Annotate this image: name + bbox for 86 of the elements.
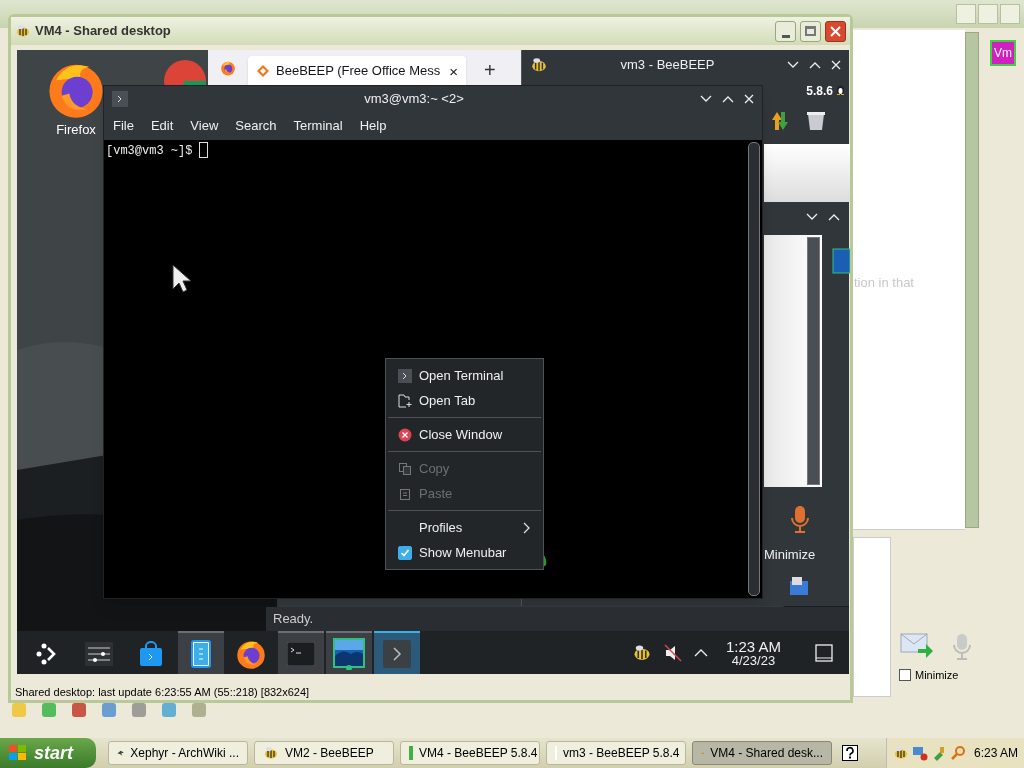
maximize-button[interactable] bbox=[800, 20, 821, 42]
network-icon[interactable] bbox=[912, 745, 928, 761]
scrollbar[interactable] bbox=[807, 237, 820, 485]
prompt-text: [vm3@vm3 ~]$ bbox=[106, 143, 193, 160]
konsole-icon bbox=[383, 639, 411, 668]
show-desktop-icon bbox=[815, 643, 833, 662]
minimize-icon[interactable] bbox=[787, 61, 799, 69]
window-title: VM4 - Shared desktop bbox=[35, 22, 172, 41]
image-icon bbox=[832, 248, 850, 274]
status-text: Ready. bbox=[273, 610, 314, 629]
close-icon bbox=[398, 427, 412, 442]
minimize-label: Minimize bbox=[764, 546, 816, 564]
maximize-icon[interactable] bbox=[809, 61, 821, 69]
desktop-icon-label[interactable]: Firefox bbox=[56, 120, 96, 140]
checkbox[interactable] bbox=[899, 669, 911, 682]
new-tab-button[interactable]: + bbox=[484, 60, 496, 80]
search-icon[interactable] bbox=[950, 745, 966, 761]
menu-item[interactable]: Close Window bbox=[386, 422, 543, 447]
minimize-button[interactable] bbox=[775, 20, 796, 42]
firefox-icon bbox=[220, 60, 236, 76]
menu-item[interactable]: Open Tab bbox=[386, 388, 543, 413]
close-button[interactable] bbox=[825, 20, 846, 42]
new-tab-icon bbox=[398, 393, 412, 408]
menu-bar-item[interactable]: View bbox=[190, 116, 219, 136]
bag-icon bbox=[138, 640, 164, 667]
chevron-up-icon bbox=[693, 647, 708, 658]
menu-bar-item[interactable]: Terminal bbox=[293, 116, 343, 136]
close-icon[interactable] bbox=[744, 94, 754, 104]
start-button[interactable]: start bbox=[0, 738, 96, 768]
menu-item[interactable]: Show Menubar bbox=[386, 540, 543, 565]
taskbar-button[interactable]: vm3 - BeeBEEP 5.8.4 bbox=[546, 741, 686, 765]
taskbar-button[interactable]: VM2 - BeeBEEP bbox=[254, 741, 394, 765]
terminal-icon bbox=[112, 91, 128, 107]
panel-task[interactable] bbox=[178, 631, 224, 674]
menu-bar-item[interactable]: Search bbox=[235, 116, 277, 136]
clock: 6:23 AM bbox=[973, 745, 1018, 762]
muted-speaker-icon bbox=[663, 643, 682, 662]
menu-bar-item[interactable]: Edit bbox=[150, 116, 174, 136]
penguin-icon bbox=[836, 84, 845, 95]
close-icon bbox=[830, 25, 841, 37]
minimize-icon[interactable] bbox=[700, 95, 712, 103]
checkbox[interactable] bbox=[398, 545, 412, 560]
terminal-icon bbox=[287, 641, 315, 666]
sliders-icon bbox=[85, 641, 113, 666]
taskbar-button[interactable]: VM4 - BeeBEEP 5.8.4 bbox=[400, 741, 540, 765]
terminal-icon bbox=[398, 368, 412, 383]
scrollbar[interactable] bbox=[965, 32, 979, 528]
mail-icon[interactable] bbox=[900, 633, 934, 659]
document-icon bbox=[191, 639, 211, 668]
copy-icon bbox=[398, 461, 412, 476]
window-title: vm3@vm3:~ <2> bbox=[363, 90, 465, 109]
scrollbar[interactable] bbox=[748, 142, 760, 596]
user-badge: Vm bbox=[990, 40, 1016, 66]
maximize-icon[interactable] bbox=[722, 95, 734, 103]
chevron-right-icon bbox=[523, 521, 531, 534]
status-bar-text: Shared desktop: last update 6:23:55 AM (55::218) [832x624] bbox=[15, 685, 310, 700]
transfer-icon[interactable] bbox=[769, 110, 791, 132]
quick-launch-icon[interactable] bbox=[70, 703, 88, 717]
tab-close-button[interactable]: × bbox=[449, 63, 458, 79]
menu-item[interactable]: Profiles bbox=[386, 515, 543, 540]
image-icon bbox=[333, 637, 365, 670]
minimize-icon[interactable] bbox=[806, 213, 818, 221]
browser-tab[interactable]: BeeBEEP (Free Office Mess × bbox=[248, 56, 466, 86]
tab-title: BeeBEEP (Free Office Mess bbox=[276, 62, 441, 81]
text-cursor bbox=[199, 142, 209, 158]
maximize-icon[interactable] bbox=[828, 213, 840, 221]
menu-bar-item[interactable]: File bbox=[113, 116, 134, 136]
taskbar-button[interactable]: Xephyr - ArchWiki ... bbox=[108, 741, 248, 765]
window-title: vm3 - BeeBEEP bbox=[619, 56, 716, 75]
mouse-pointer-icon bbox=[172, 264, 192, 294]
microphone-icon[interactable] bbox=[790, 505, 810, 535]
clock-date: 4/23/23 bbox=[731, 653, 776, 667]
windows-logo-icon bbox=[8, 744, 28, 762]
close-icon[interactable] bbox=[831, 60, 841, 70]
folder-icon[interactable] bbox=[788, 575, 810, 597]
clipboard-icon bbox=[398, 486, 412, 501]
menu-bar-item[interactable]: Help bbox=[359, 116, 387, 136]
clock-time: 1:23 AM bbox=[725, 638, 781, 654]
help-icon[interactable] bbox=[842, 745, 858, 761]
taskbar-button[interactable]: VM4 - Shared desk... bbox=[692, 741, 832, 765]
checkbox-label: Minimize bbox=[915, 668, 959, 683]
trash-icon[interactable] bbox=[805, 110, 827, 132]
quick-launch-icon[interactable] bbox=[100, 703, 118, 717]
version-label: 5.8.6 bbox=[806, 83, 833, 100]
diamond-icon bbox=[256, 64, 270, 78]
menu-item[interactable]: Open Terminal bbox=[386, 363, 543, 388]
